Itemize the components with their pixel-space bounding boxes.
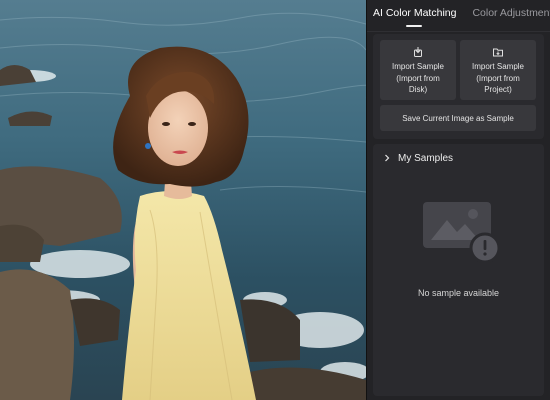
tab-ai-color-matching[interactable]: AI Color Matching bbox=[373, 7, 456, 31]
my-samples-section: My Samples No sample available bbox=[373, 144, 544, 396]
disk-import-icon bbox=[414, 47, 422, 57]
chevron-right-icon bbox=[385, 154, 390, 162]
import-from-project-label: Import Sample (Import from Project) bbox=[472, 61, 524, 96]
panel-tabs: AI Color Matching Color Adjustment bbox=[367, 0, 550, 32]
my-samples-header[interactable]: My Samples bbox=[373, 144, 544, 172]
import-section: Import Sample (Import from Disk) Import … bbox=[373, 34, 544, 139]
import-from-project-button[interactable]: Import Sample (Import from Project) bbox=[460, 40, 536, 100]
empty-state-text: No sample available bbox=[417, 288, 500, 298]
import-from-project-line-3: Project) bbox=[484, 85, 512, 94]
import-from-project-line-2: (Import from bbox=[476, 73, 520, 83]
import-from-disk-line-3: Disk) bbox=[408, 85, 428, 94]
image-warning-icon bbox=[423, 202, 501, 264]
import-from-disk-line-2: (Import from bbox=[396, 73, 440, 83]
import-from-disk-button[interactable]: Import Sample (Import from Disk) bbox=[380, 40, 456, 100]
tab-color-adjustment[interactable]: Color Adjustment bbox=[472, 7, 550, 31]
color-panel: AI Color Matching Color Adjustment Impor… bbox=[366, 0, 550, 400]
beach-portrait-image bbox=[0, 0, 366, 400]
save-current-image-button[interactable]: Save Current Image as Sample bbox=[380, 105, 536, 131]
my-samples-title: My Samples bbox=[398, 152, 454, 164]
image-canvas[interactable] bbox=[0, 0, 366, 400]
import-from-project-line-1: Import Sample bbox=[471, 62, 525, 71]
active-tab-indicator bbox=[406, 25, 422, 27]
import-from-disk-line-1: Import Sample bbox=[391, 62, 445, 71]
import-from-disk-label: Import Sample (Import from Disk) bbox=[392, 61, 444, 96]
folder-import-icon bbox=[493, 48, 503, 57]
